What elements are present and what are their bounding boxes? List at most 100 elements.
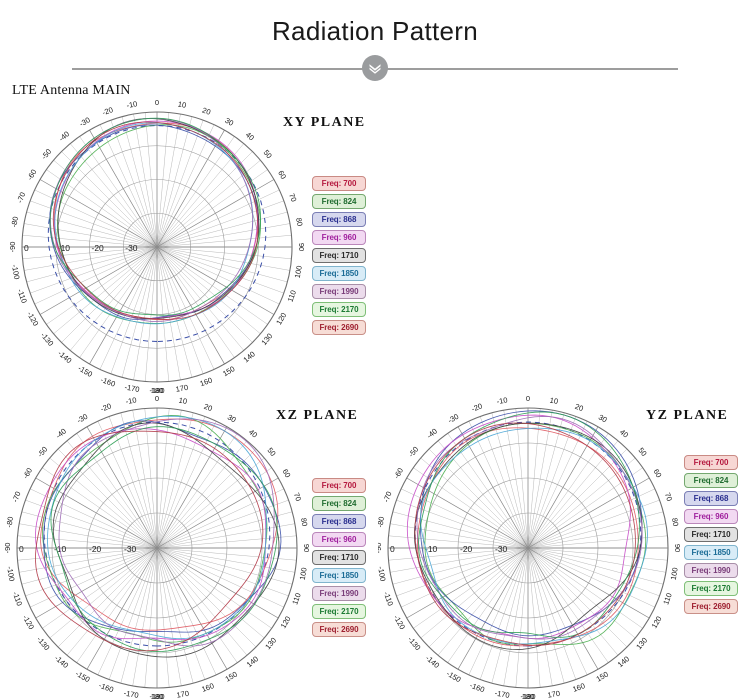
- svg-text:-20: -20: [92, 243, 105, 253]
- legend-xz-item-1710[interactable]: Freq: 1710: [312, 550, 366, 565]
- legend-xz-item-1990[interactable]: Freq: 1990: [312, 586, 366, 601]
- svg-text:20: 20: [574, 402, 585, 413]
- legend-xy-item-1710[interactable]: Freq: 1710: [312, 248, 366, 263]
- legend-xz-item-960[interactable]: Freq: 960: [312, 532, 366, 547]
- svg-text:30: 30: [597, 413, 609, 425]
- legend-xz-item-2690[interactable]: Freq: 2690: [312, 622, 366, 637]
- legend-yz-item-824[interactable]: Freq: 824: [684, 473, 738, 488]
- legend-label: Freq: 700: [693, 457, 729, 467]
- polar-svg-xz: 0 -10 -20 -30-180-170-160-150-140-130-120-1…: [3, 394, 310, 700]
- legend-yz-item-1990[interactable]: Freq: 1990: [684, 563, 738, 578]
- svg-text:40: 40: [247, 427, 259, 439]
- svg-text:120: 120: [274, 311, 288, 326]
- legend-label: Freq: 824: [693, 475, 729, 485]
- legend-label: Freq: 824: [321, 498, 357, 508]
- legend-label: Freq: 2170: [319, 304, 359, 314]
- svg-text:-10: -10: [126, 99, 138, 110]
- legend-xy-item-2170[interactable]: Freq: 2170: [312, 302, 366, 317]
- legend-yz-item-2170[interactable]: Freq: 2170: [684, 581, 738, 596]
- legend-yz-item-700[interactable]: Freq: 700: [684, 455, 738, 470]
- legend-yz-item-1710[interactable]: Freq: 1710: [684, 527, 738, 542]
- svg-text:-110: -110: [15, 288, 28, 305]
- polar-svg-yz: 0 -10 -20 -30-180-170-160-150-140-130-120-1…: [378, 394, 682, 700]
- legend-label: Freq: 1850: [319, 268, 359, 278]
- legend-label: Freq: 960: [321, 534, 357, 544]
- svg-text:-120: -120: [21, 613, 36, 631]
- svg-text:20: 20: [203, 402, 214, 413]
- svg-text:90: 90: [673, 544, 682, 552]
- svg-text:-20: -20: [101, 105, 114, 117]
- svg-text:80: 80: [299, 517, 309, 527]
- legend-label: Freq: 1710: [319, 552, 359, 562]
- legend-xy-item-700[interactable]: Freq: 700: [312, 176, 366, 191]
- legend-label: Freq: 700: [321, 178, 357, 188]
- data-traces: [406, 410, 648, 650]
- svg-text:-20: -20: [99, 401, 112, 413]
- svg-text:-160: -160: [98, 681, 115, 695]
- svg-text:150: 150: [224, 670, 239, 684]
- svg-text:-30: -30: [124, 544, 137, 554]
- svg-text:-70: -70: [381, 490, 393, 503]
- svg-text:-30: -30: [446, 412, 460, 425]
- legend-xy-item-1850[interactable]: Freq: 1850: [312, 266, 366, 281]
- legend-yz: Freq: 700 Freq: 824 Freq: 868 Freq: 960 Freq…: [684, 455, 738, 614]
- legend-label: Freq: 1990: [691, 565, 731, 575]
- svg-text:140: 140: [242, 349, 257, 364]
- header-divider: [0, 54, 750, 81]
- legend-xy-item-1990[interactable]: Freq: 1990: [312, 284, 366, 299]
- legend-xy-item-824[interactable]: Freq: 824: [312, 194, 366, 209]
- legend-yz-item-960[interactable]: Freq: 960: [684, 509, 738, 524]
- legend-label: Freq: 868: [321, 214, 357, 224]
- legend-label: Freq: 700: [321, 480, 357, 490]
- svg-text:-80: -80: [378, 516, 386, 528]
- legend-label: Freq: 960: [693, 511, 729, 521]
- svg-text:-80: -80: [4, 516, 15, 528]
- legend-xz-item-2170[interactable]: Freq: 2170: [312, 604, 366, 619]
- svg-text:40: 40: [244, 130, 256, 142]
- svg-text:90: 90: [302, 544, 310, 552]
- double-chevron-down-icon: [362, 54, 388, 81]
- svg-text:50: 50: [265, 446, 277, 458]
- svg-text:170: 170: [176, 689, 190, 700]
- svg-text:10: 10: [177, 100, 187, 110]
- svg-text:90: 90: [297, 243, 306, 251]
- legend-xy-item-960[interactable]: Freq: 960: [312, 230, 366, 245]
- legend-yz-item-1850[interactable]: Freq: 1850: [684, 545, 738, 560]
- svg-text:-150: -150: [445, 669, 463, 684]
- svg-text:60: 60: [652, 467, 664, 479]
- legend-label: Freq: 868: [321, 516, 357, 526]
- legend-label: Freq: 1850: [691, 547, 731, 557]
- legend-label: Freq: 2170: [319, 606, 359, 616]
- svg-text:0: 0: [390, 544, 395, 554]
- legend-yz-item-868[interactable]: Freq: 868: [684, 491, 738, 506]
- legend-xz-item-868[interactable]: Freq: 868: [312, 514, 366, 529]
- svg-text:-30: -30: [125, 243, 138, 253]
- legend-xz-item-824[interactable]: Freq: 824: [312, 496, 366, 511]
- svg-text:160: 160: [200, 681, 215, 694]
- radial-tick-labels: 0 -10 -20 -30: [390, 544, 508, 554]
- svg-text:100: 100: [669, 567, 680, 581]
- svg-text:-20: -20: [460, 544, 473, 554]
- svg-text:170: 170: [547, 689, 561, 700]
- legend-yz-item-2690[interactable]: Freq: 2690: [684, 599, 738, 614]
- legend-label: Freq: 1710: [691, 529, 731, 539]
- svg-text:-60: -60: [392, 466, 405, 480]
- svg-text:150: 150: [221, 364, 236, 378]
- legend-xy-item-2690[interactable]: Freq: 2690: [312, 320, 366, 335]
- legend-xy-item-868[interactable]: Freq: 868: [312, 212, 366, 227]
- legend-label: Freq: 1710: [319, 250, 359, 260]
- svg-text:-70: -70: [10, 490, 22, 503]
- svg-text:-110: -110: [11, 590, 24, 607]
- legend-xz-item-1850[interactable]: Freq: 1850: [312, 568, 366, 583]
- svg-text:-30: -30: [78, 115, 92, 128]
- svg-text:-170: -170: [123, 688, 139, 699]
- svg-text:-60: -60: [25, 168, 38, 182]
- svg-text:0: 0: [24, 243, 29, 253]
- svg-text:140: 140: [245, 654, 260, 669]
- svg-text:180: 180: [151, 692, 164, 700]
- svg-text:120: 120: [650, 615, 664, 630]
- legend-xz-item-700[interactable]: Freq: 700: [312, 478, 366, 493]
- svg-text:-110: -110: [382, 590, 395, 607]
- svg-text:-50: -50: [407, 445, 421, 459]
- svg-text:-90: -90: [378, 543, 383, 554]
